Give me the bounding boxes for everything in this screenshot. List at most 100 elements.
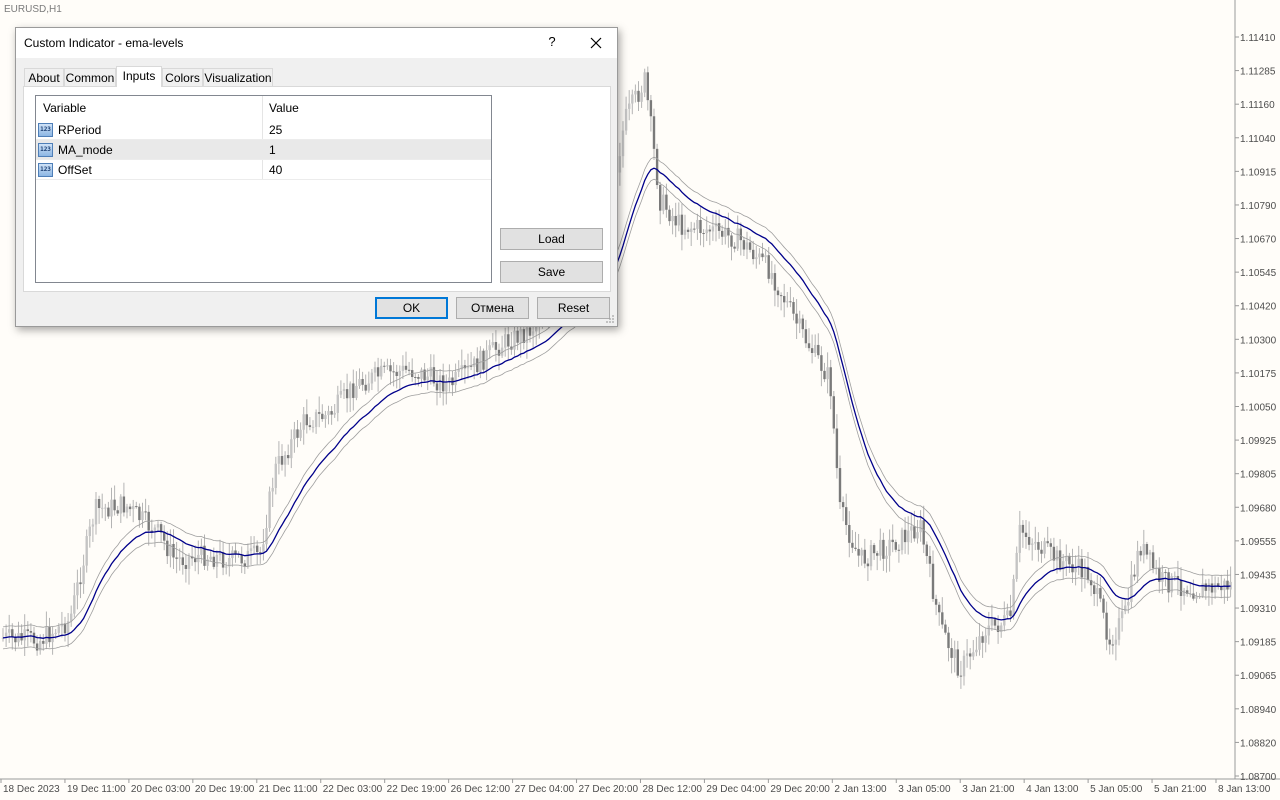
candle-body — [903, 529, 907, 543]
candle-body — [519, 329, 522, 343]
column-header-variable[interactable]: Variable — [43, 101, 86, 115]
candle-body — [438, 375, 442, 391]
candle-body — [786, 301, 789, 303]
load-button[interactable]: Load — [500, 228, 603, 250]
candle-body — [132, 506, 135, 510]
help-button[interactable]: ? — [545, 34, 559, 52]
time-tick-label: 29 Dec 20:00 — [770, 784, 830, 795]
candle-body — [290, 439, 293, 459]
cancel-button[interactable]: Отмена — [456, 297, 529, 319]
tab-about[interactable]: About — [24, 68, 64, 86]
candle-body — [863, 549, 866, 564]
candle-body — [690, 228, 693, 232]
candle-body — [420, 369, 423, 379]
candle-body — [184, 565, 188, 569]
candle-body — [717, 223, 721, 231]
time-tick-label: 5 Jan 21:00 — [1154, 784, 1207, 795]
candle-body — [814, 344, 817, 353]
candle-body — [876, 553, 879, 556]
price-tick-label: 1.10790 — [1240, 201, 1277, 212]
save-button[interactable]: Save — [500, 261, 603, 283]
candle-body — [144, 511, 147, 513]
candle-body — [931, 563, 935, 599]
custom-indicator-dialog[interactable]: Custom Indicator - ema-levels ? About Co… — [15, 27, 618, 327]
candle-body — [984, 635, 987, 643]
candle-body — [665, 194, 668, 210]
candle-body — [256, 545, 259, 553]
dialog-titlebar[interactable]: Custom Indicator - ema-levels ? — [16, 28, 617, 58]
tab-visualization[interactable]: Visualization — [203, 68, 273, 86]
candle-body — [1139, 550, 1142, 556]
candle-body — [792, 302, 795, 314]
candle-body — [352, 383, 355, 398]
candle-body — [1043, 541, 1046, 554]
grid-header: Variable Value — [36, 96, 491, 120]
param-row-ma-mode[interactable]: 123 MA_mode 1 — [36, 140, 491, 160]
candle-body — [900, 529, 904, 551]
price-tick-label: 1.10175 — [1240, 369, 1277, 380]
ok-button[interactable]: OK — [375, 297, 448, 319]
price-tick-label: 1.11285 — [1240, 67, 1276, 78]
candle-body — [705, 229, 708, 234]
candle-body — [758, 253, 761, 258]
candle-body — [736, 228, 739, 249]
candle-body — [101, 507, 104, 509]
param-row-rperiod[interactable]: 123 RPeriod 25 — [36, 120, 491, 140]
column-header-value[interactable]: Value — [269, 101, 299, 115]
candle-body — [262, 544, 265, 554]
parameters-grid[interactable]: Variable Value 123 RPeriod 25 123 MA_mod… — [35, 95, 492, 283]
candle-body — [745, 242, 749, 250]
candle-body — [1142, 544, 1145, 556]
candle-body — [1046, 541, 1049, 544]
candle-body — [277, 456, 281, 464]
candle-body — [522, 329, 525, 343]
time-tick-label: 4 Jan 13:00 — [1026, 784, 1079, 795]
candle-body — [246, 550, 250, 567]
candle-body — [953, 649, 956, 658]
param-row-offset[interactable]: 123 OffSet 40 — [36, 160, 491, 180]
tab-common[interactable]: Common — [64, 68, 116, 86]
candle-body — [364, 384, 367, 391]
candle-body — [125, 506, 129, 513]
candle-body — [318, 412, 321, 414]
param-value[interactable]: 40 — [269, 163, 282, 177]
candle-body — [708, 229, 711, 232]
close-button[interactable] — [584, 32, 608, 54]
candle-body — [1195, 596, 1198, 599]
candle-body — [398, 370, 401, 377]
candle-body — [70, 613, 73, 622]
candle-body — [913, 526, 916, 539]
candle-body — [345, 389, 349, 399]
time-tick-label: 5 Jan 05:00 — [1090, 784, 1143, 795]
price-tick-label: 1.11410 — [1240, 33, 1276, 44]
candle-body — [882, 539, 885, 559]
param-value[interactable]: 1 — [269, 143, 276, 157]
time-tick-label: 3 Jan 21:00 — [962, 784, 1015, 795]
tab-inputs[interactable]: Inputs — [116, 66, 162, 87]
candle-body — [724, 227, 727, 237]
candle-body — [445, 381, 448, 392]
candle-body — [1179, 579, 1183, 596]
candle-body — [166, 540, 169, 557]
param-value[interactable]: 25 — [269, 123, 282, 137]
candle-body — [826, 367, 829, 380]
close-icon — [590, 37, 602, 49]
time-tick-label: 2 Jan 13:00 — [834, 784, 887, 795]
candle-body — [194, 558, 197, 563]
resize-grip-icon[interactable] — [605, 314, 615, 324]
candle-body — [234, 550, 237, 554]
candle-body — [119, 496, 122, 514]
reset-button[interactable]: Reset — [537, 297, 610, 319]
time-tick-label: 22 Dec 03:00 — [323, 784, 383, 795]
candle-body — [373, 367, 377, 373]
candle-body — [1226, 580, 1229, 590]
candle-body — [649, 100, 653, 117]
candle-body — [835, 428, 839, 469]
candle-body — [1021, 524, 1025, 533]
candle-body — [925, 544, 928, 557]
candle-body — [1006, 610, 1009, 616]
candle-body — [748, 242, 752, 250]
candle-body — [479, 350, 482, 373]
tab-colors[interactable]: Colors — [162, 68, 203, 86]
candle-body — [330, 411, 333, 415]
